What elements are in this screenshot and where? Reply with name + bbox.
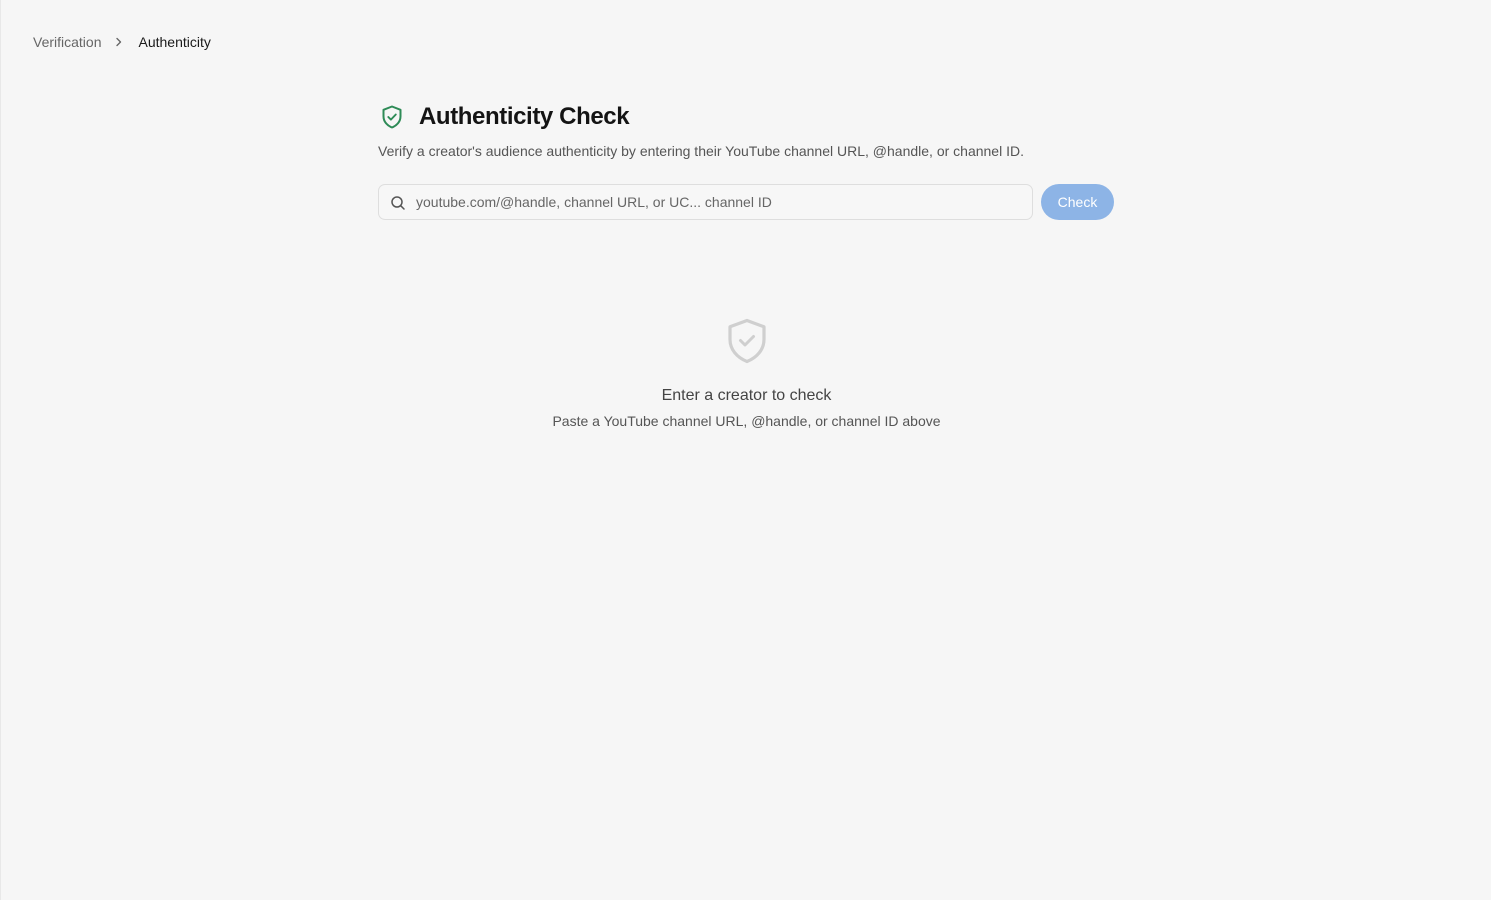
shield-check-icon [726, 318, 768, 364]
search-box [378, 184, 1033, 220]
main-content: Authenticity Check Verify a creator's au… [378, 100, 1115, 220]
search-row: Check [378, 184, 1115, 220]
empty-state-description: Paste a YouTube channel URL, @handle, or… [552, 413, 941, 429]
breadcrumb-current: Authenticity [138, 34, 211, 50]
shield-check-icon [378, 103, 406, 131]
page-subtitle: Verify a creator's audience authenticity… [378, 143, 1024, 159]
breadcrumb: Verification Authenticity [33, 33, 211, 51]
page: Verification Authenticity Authenticity C… [0, 0, 1491, 900]
empty-state-title: Enter a creator to check [661, 387, 832, 404]
check-button[interactable]: Check [1041, 184, 1114, 220]
empty-state: Enter a creator to check Paste a YouTube… [1, 318, 1491, 430]
search-input[interactable] [379, 185, 1032, 219]
chevron-right-icon [114, 33, 124, 51]
search-icon [390, 195, 406, 211]
title-row: Authenticity Check [378, 100, 1115, 134]
page-title: Authenticity Check [419, 103, 630, 130]
breadcrumb-verification-link[interactable]: Verification [33, 33, 101, 51]
